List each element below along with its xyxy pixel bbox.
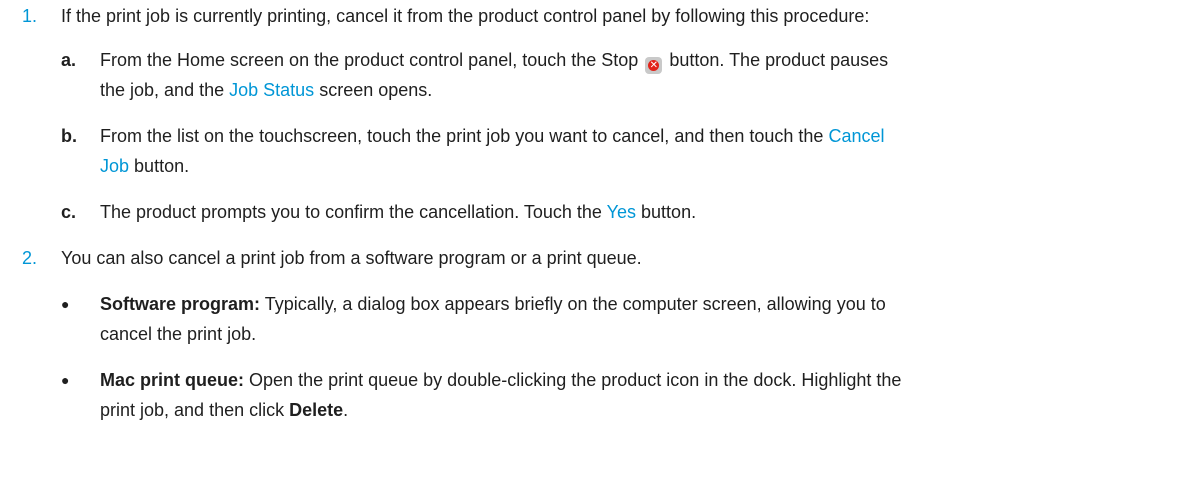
bullet-icon: ● (61, 296, 70, 312)
bullet-icon: ● (61, 372, 70, 388)
bullet-label: Mac print queue: (100, 370, 245, 390)
delete-command: Delete (289, 400, 344, 420)
substep-letter: b. (61, 126, 77, 146)
substep-text: From the Home screen on the product cont… (100, 45, 1171, 75)
cancel-job-link[interactable]: Cancel (828, 126, 884, 146)
step-1: 1. If the print job is currently printin… (22, 1, 869, 31)
bullet-text-part: Open the print queue by double-clicking … (249, 370, 902, 390)
bullet-text-part: print job, and then click (100, 400, 285, 420)
substep-text-part: From the list on the touchscreen, touch … (100, 126, 824, 146)
yes-link[interactable]: Yes (607, 202, 636, 222)
bullet-software-program: ● Software program: Typically, a dialog … (61, 289, 886, 319)
substep-text: From the list on the touchscreen, touch … (100, 121, 884, 151)
bullet-mac-print-queue: ● Mac print queue: Open the print queue … (61, 365, 901, 395)
bullet-text-part: . (343, 400, 349, 420)
step-number: 2. (22, 248, 38, 268)
substep-letter: a. (61, 50, 77, 70)
substep-text-part: the job, and the (100, 80, 225, 100)
stop-icon: ✕ (645, 57, 663, 74)
bullet-software-program-line2: cancel the print job. (100, 319, 256, 349)
substep-text-part: From the Home screen on the product cont… (100, 50, 639, 70)
step-2: 2. You can also cancel a print job from … (22, 243, 642, 273)
bullet-text-line: print job, and then click Delete. (100, 395, 348, 425)
substep-letter: c. (61, 202, 77, 222)
bullet-text-part: Typically, a dialog box appears briefly … (264, 294, 886, 314)
substep-text: The product prompts you to confirm the c… (100, 197, 696, 227)
step-text: If the print job is currently printing, … (61, 6, 870, 26)
document-page: 1. If the print job is currently printin… (0, 0, 1194, 497)
substep-b: b. From the list on the touchscreen, tou… (61, 121, 884, 151)
cancel-job-link-continued[interactable]: Job (100, 156, 129, 176)
step-text: You can also cancel a print job from a s… (61, 248, 642, 268)
bullet-text: Mac print queue: Open the print queue by… (100, 365, 901, 395)
substep-text-part: button. (134, 156, 190, 176)
bullet-text-line: cancel the print job. (100, 324, 257, 344)
substep-a-line2: the job, and the Job Status screen opens… (100, 75, 432, 105)
bullet-text: Software program: Typically, a dialog bo… (100, 289, 886, 319)
substep-c: c. The product prompts you to confirm th… (61, 197, 696, 227)
job-status-link[interactable]: Job Status (229, 80, 314, 100)
substep-a: a. From the Home screen on the product c… (61, 45, 1171, 75)
step-number: 1. (22, 6, 38, 26)
substep-text-part: button. (641, 202, 697, 222)
substep-b-line2: Job button. (100, 151, 189, 181)
bullet-label: Software program: (100, 294, 261, 314)
substep-text-part: button. The product pauses (669, 50, 889, 70)
substep-text-line: the job, and the Job Status screen opens… (100, 75, 432, 105)
substep-text-line: Job button. (100, 151, 189, 181)
stop-glyph: ✕ (648, 60, 660, 71)
bullet-mac-print-queue-line2: print job, and then click Delete. (100, 395, 348, 425)
substep-text-part: The product prompts you to confirm the c… (100, 202, 602, 222)
substep-text-part: screen opens. (319, 80, 433, 100)
